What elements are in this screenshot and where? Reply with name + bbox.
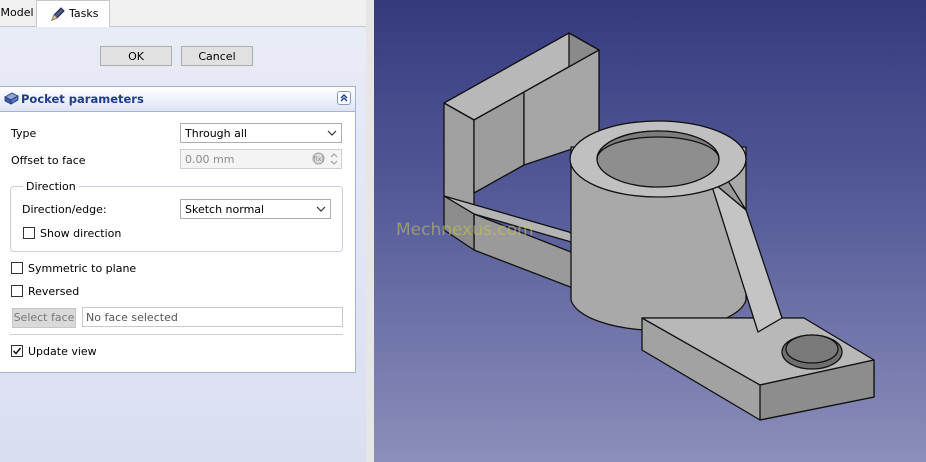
type-dropdown[interactable]: Through all [180, 123, 342, 143]
checkmark-icon [12, 347, 22, 355]
pencil-icon [51, 7, 65, 21]
tab-model[interactable]: Model [0, 0, 37, 25]
combo-view-panel: Model Tasks OK Cancel Pocket parameters [0, 0, 366, 462]
pocket-panel-title: Pocket parameters [21, 92, 144, 106]
reversed-label: Reversed [28, 285, 80, 298]
face-field[interactable]: No face selected [82, 307, 343, 327]
direction-edge-dropdown[interactable]: Sketch normal [180, 199, 331, 219]
update-view-checkbox[interactable] [11, 345, 23, 357]
reversed-checkbox[interactable] [11, 285, 23, 297]
panel-splitter[interactable] [366, 0, 374, 462]
watermark-text: Mechnexus.com [396, 220, 534, 240]
separator [10, 334, 343, 335]
chevron-down-icon [327, 130, 337, 136]
symmetric-checkbox[interactable] [11, 262, 23, 274]
pocket-icon [4, 92, 19, 105]
tab-tasks[interactable]: Tasks [36, 0, 110, 27]
tab-bar: Model Tasks [0, 0, 366, 27]
show-direction-label: Show direction [40, 227, 122, 240]
3d-viewport[interactable]: Mechnexus.com [374, 0, 926, 462]
chevron-down-icon [316, 206, 326, 212]
tab-tasks-label: Tasks [69, 7, 99, 20]
collapse-icon[interactable] [337, 91, 351, 105]
offset-value: 0.00 mm [185, 153, 235, 166]
direction-edge-label: Direction/edge: [22, 203, 107, 216]
select-face-button[interactable]: Select face [12, 308, 76, 328]
svg-text:f(x): f(x) [313, 156, 323, 163]
face-field-value: No face selected [86, 311, 178, 324]
type-label: Type [11, 127, 37, 140]
spin-arrows-icon[interactable] [329, 151, 339, 167]
direction-group-title: Direction [23, 180, 79, 193]
pocket-panel-header[interactable]: Pocket parameters [0, 87, 355, 112]
update-view-label: Update view [28, 345, 97, 358]
show-direction-checkbox[interactable] [23, 227, 35, 239]
direction-edge-value: Sketch normal [185, 203, 265, 216]
type-dropdown-value: Through all [185, 127, 247, 140]
cancel-button[interactable]: Cancel [181, 46, 253, 66]
direction-group: Direction [10, 180, 343, 252]
offset-label: Offset to face [11, 154, 86, 167]
ok-button[interactable]: OK [100, 46, 172, 66]
expression-icon[interactable]: f(x) [312, 152, 325, 165]
symmetric-label: Symmetric to plane [28, 262, 137, 275]
offset-input[interactable]: 0.00 mm f(x) [180, 149, 342, 169]
